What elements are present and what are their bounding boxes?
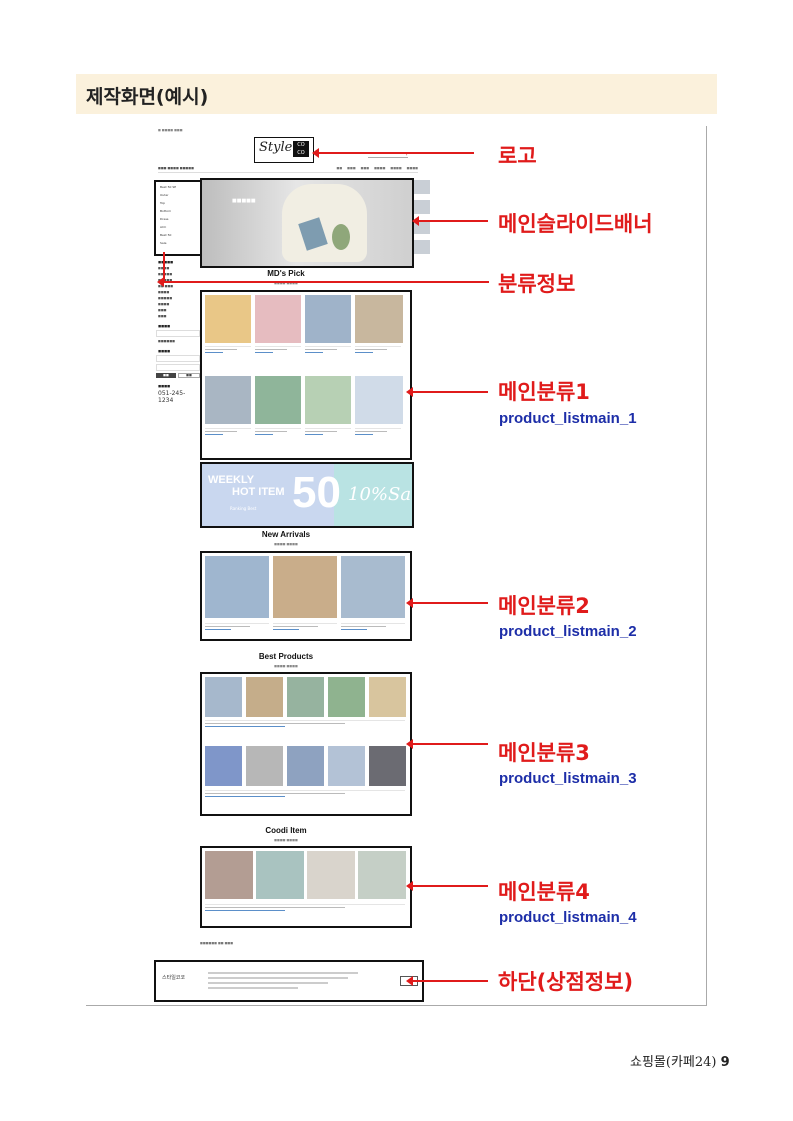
section-subtitle: ■■■■ ■■■■ (274, 664, 298, 668)
weekly-big-number: 50 (292, 468, 341, 517)
label-category: 분류정보 (498, 272, 576, 296)
category-item: Dress (160, 217, 169, 221)
page-number-text: 쇼핑몰(카페24) (630, 1055, 717, 1070)
shop-top-nav: ■■■ ■■■■ ■■■■■ ■■ ■■■ ■■■ ■■■■ ■■■■ ■■■■ (158, 166, 418, 173)
section-title-coodi-item: Coodi Item (265, 826, 307, 835)
section-title-new-arrivals: New Arrivals (261, 530, 311, 539)
product-listmain-4 (200, 846, 412, 928)
weekly-sale: 10%Sale (348, 484, 412, 505)
weekly-hot-item-banner: WEEKLY HOT ITEM 50 10%Sale Ranking Best (200, 462, 414, 528)
product-listmain-3 (200, 672, 412, 816)
section-title-md-pick: MD's Pick (267, 269, 305, 278)
arrow-category (157, 278, 489, 286)
shop-notice-line: ■■■■■■ ■■ ■■■ (200, 941, 234, 945)
label-logo: 로고 (498, 144, 537, 168)
sub-listmain-3: product_listmain_3 (499, 770, 637, 787)
section-title-best-products: Best Products (258, 652, 314, 661)
logo-mark: CO CO (293, 141, 309, 157)
arrow-listmain-3 (406, 740, 488, 748)
product-listmain-2 (200, 551, 412, 641)
category-item: ACC (160, 225, 167, 229)
shop-logo: Style CO CO (254, 137, 314, 163)
label-main-slide: 메인슬라이드배너 (498, 212, 653, 236)
arrow-listmain-2 (406, 599, 488, 607)
section-title: 제작화면(예시) (86, 86, 209, 108)
section-subtitle: ■■■■ ■■■■ (274, 542, 298, 546)
category-item: Best 50 SE (160, 185, 177, 189)
frame-right-border (706, 126, 707, 1006)
weekly-line2: HOT ITEM (232, 486, 285, 498)
category-item: Outer (160, 193, 169, 197)
main-slide-banner: ■■■■■ (200, 178, 414, 268)
section-header: 제작화면(예시) (76, 74, 717, 114)
label-listmain-3: 메인분류3 (498, 741, 590, 765)
shop-search-input: ⚲ (368, 151, 408, 158)
category-item: Top (160, 201, 166, 205)
page-number-value: 9 (720, 1055, 730, 1070)
label-footer: 하단(상점정보) (498, 970, 634, 994)
arrow-logo (312, 149, 474, 157)
frame-bottom-border (86, 1005, 707, 1006)
sub-listmain-4: product_listmain_4 (499, 909, 637, 926)
arrow-listmain-1 (406, 388, 488, 396)
section-subtitle: ■■■■ ■■■■ (274, 838, 298, 842)
label-listmain-2: 메인분류2 (498, 594, 590, 618)
weekly-ranking: Ranking Best (230, 506, 257, 511)
product-listmain-1 (200, 290, 412, 460)
banner-side-thumbs (414, 180, 430, 276)
weekly-line1: WEEKLY (208, 474, 255, 486)
breadcrumb: ■ ■■■■ ■■■ (158, 128, 183, 132)
footer-brand: 스타일코코 (162, 975, 186, 981)
shop-phone: 051-245-1234 (158, 390, 186, 404)
shop-screenshot: ■ ■■■■ ■■■ Style CO CO ⚲ ■■■ ■■■■ ■■■■■ ■… (146, 126, 430, 1002)
logo-text: Style (259, 140, 293, 155)
category-item: Best 50 (160, 233, 172, 237)
label-listmain-1: 메인분류1 (498, 380, 590, 404)
category-box: Best 50 SE Outer Top Bottom Dress ACC Be… (154, 180, 202, 256)
arrow-main-slide (412, 217, 488, 225)
category-item: Sale (160, 241, 167, 245)
arrow-listmain-4 (406, 882, 488, 890)
category-item: Bottom (160, 209, 172, 213)
page-number: 쇼핑몰(카페24) 9 (630, 1051, 730, 1070)
label-listmain-4: 메인분류4 (498, 880, 590, 904)
sub-listmain-1: product_listmain_1 (499, 410, 637, 427)
sub-listmain-2: product_listmain_2 (499, 623, 637, 640)
shop-footer-store-info: 스타일코코 (154, 960, 424, 1002)
arrow-footer (406, 977, 488, 985)
